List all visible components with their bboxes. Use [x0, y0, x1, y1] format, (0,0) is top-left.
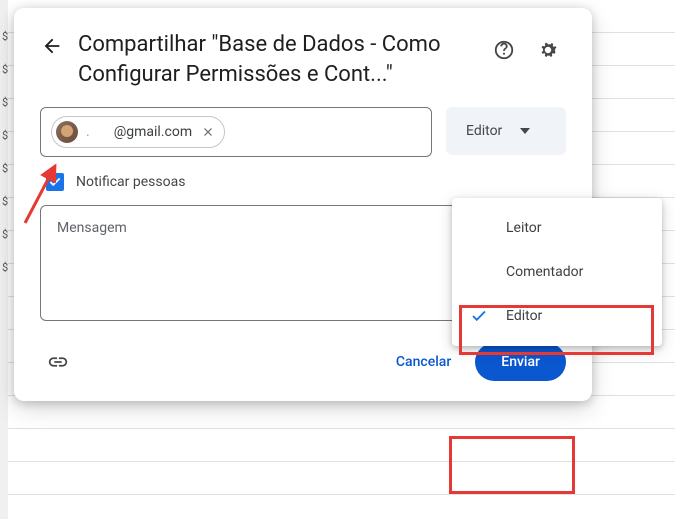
message-placeholder: Mensagem: [57, 220, 127, 236]
cancel-button[interactable]: Cancelar: [376, 344, 471, 380]
chip-remove[interactable]: [200, 124, 216, 140]
settings-button[interactable]: [530, 32, 566, 68]
help-button[interactable]: [486, 32, 522, 68]
role-dropdown: Leitor Comentador Editor: [452, 198, 662, 346]
check-icon: [48, 175, 62, 189]
role-option-comentador[interactable]: Comentador: [452, 250, 662, 294]
help-icon: [493, 39, 515, 61]
gear-icon: [537, 39, 559, 61]
notify-label: Notificar pessoas: [76, 174, 185, 190]
person-chip[interactable]: . @gmail.com: [51, 116, 225, 148]
chip-email: @gmail.com: [114, 124, 192, 140]
avatar: [56, 121, 78, 143]
role-option-editor[interactable]: Editor: [452, 294, 662, 338]
caret-down-icon: [520, 128, 530, 134]
arrow-back-icon: [41, 35, 63, 57]
copy-link-button[interactable]: [40, 344, 76, 380]
close-icon: [201, 125, 215, 139]
role-selected-label: Editor: [466, 123, 502, 139]
notify-checkbox[interactable]: [46, 173, 64, 191]
link-icon: [47, 351, 69, 373]
people-input[interactable]: . @gmail.com: [40, 107, 432, 157]
dialog-title: Compartilhar "Base de Dados - Como Confi…: [78, 30, 472, 89]
send-button[interactable]: Enviar: [475, 343, 566, 381]
check-icon: [470, 307, 488, 325]
role-select-button[interactable]: Editor: [446, 107, 566, 155]
back-button[interactable]: [40, 34, 64, 58]
role-option-leitor[interactable]: Leitor: [452, 206, 662, 250]
